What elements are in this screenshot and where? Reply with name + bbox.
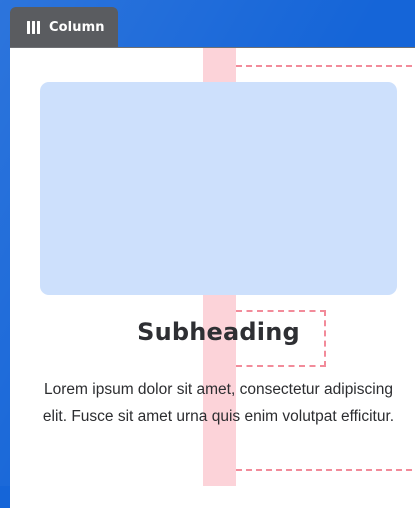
tab-label: Column bbox=[49, 20, 105, 35]
body-text[interactable]: Lorem ipsum dolor sit amet, consectetur … bbox=[40, 376, 397, 430]
image-placeholder[interactable] bbox=[40, 82, 397, 295]
column-block-tab[interactable]: Column bbox=[10, 7, 118, 48]
subheading[interactable]: Subheading bbox=[0, 318, 415, 346]
columns-icon bbox=[27, 21, 40, 34]
